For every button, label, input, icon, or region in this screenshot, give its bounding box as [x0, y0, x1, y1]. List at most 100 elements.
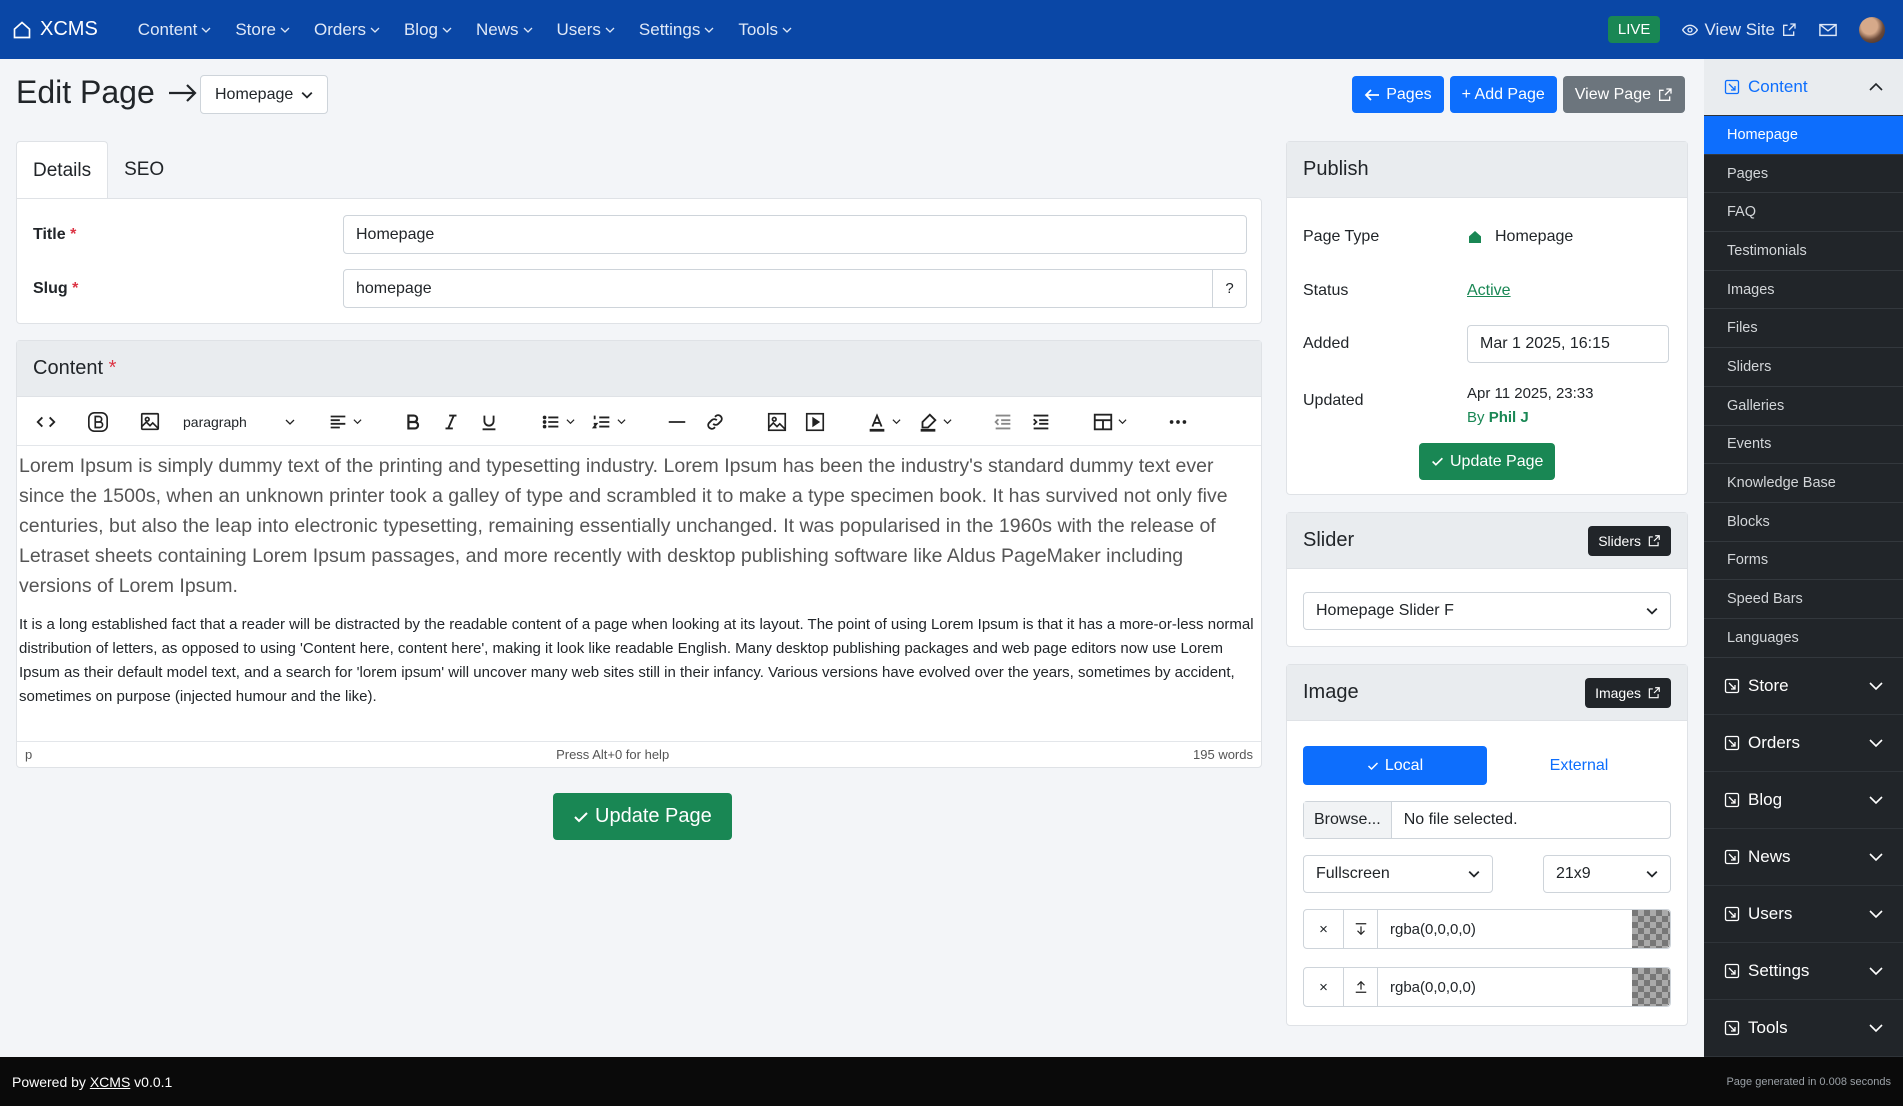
nav-store[interactable]: Store — [235, 20, 290, 40]
image-gallery-button[interactable] — [139, 407, 161, 437]
page-select[interactable]: Homepage — [200, 75, 328, 114]
insert-image-button[interactable] — [766, 407, 788, 437]
nav-orders[interactable]: Orders — [314, 20, 380, 40]
sidebar-group-settings[interactable]: Settings — [1704, 943, 1903, 1000]
nav-blog[interactable]: Blog — [404, 20, 452, 40]
tab-details[interactable]: Details — [16, 141, 109, 199]
bullet-list-button[interactable] — [540, 407, 575, 437]
align-button[interactable] — [327, 407, 362, 437]
color-input[interactable]: rgba(0,0,0,0) — [1378, 968, 1632, 1006]
sidebar-group-store[interactable]: Store — [1704, 658, 1903, 715]
pages-button[interactable]: Pages — [1352, 76, 1444, 113]
added-date-input[interactable]: Mar 1 2025, 16:15 — [1467, 325, 1669, 363]
horizontal-rule-button[interactable] — [666, 407, 688, 437]
chevron-down-icon — [892, 419, 901, 425]
lead-paragraph[interactable]: Lorem Ipsum is simply dummy text of the … — [19, 451, 1259, 601]
color-swatch[interactable] — [1632, 968, 1670, 1006]
sidebar-item-faq[interactable]: FAQ — [1704, 193, 1903, 233]
gradient-down-button[interactable] — [1344, 910, 1378, 948]
sidebar-item-events[interactable]: Events — [1704, 426, 1903, 465]
sidebar-group-blog[interactable]: Blog — [1704, 772, 1903, 829]
body-paragraph[interactable]: It is a long established fact that a rea… — [19, 613, 1259, 709]
slider-select[interactable]: Homepage Slider F — [1303, 592, 1671, 630]
slug-input[interactable]: homepage — [343, 269, 1213, 308]
avatar[interactable] — [1859, 16, 1885, 43]
sidebar-item-images[interactable]: Images — [1704, 271, 1903, 310]
content-header-text: Content — [33, 357, 104, 379]
more-button[interactable] — [1167, 407, 1189, 437]
clear-color-button[interactable]: × — [1304, 968, 1344, 1006]
table-button[interactable] — [1092, 407, 1127, 437]
source-code-button[interactable] — [35, 407, 57, 437]
sidebar-group-news[interactable]: News — [1704, 829, 1903, 886]
sidebar-item-forms[interactable]: Forms — [1704, 542, 1903, 581]
mail-icon[interactable] — [1819, 23, 1837, 37]
nav-tools[interactable]: Tools — [738, 20, 792, 40]
insert-media-button[interactable] — [804, 407, 826, 437]
sidebar-item-testimonials[interactable]: Testimonials — [1704, 232, 1903, 271]
external-link-icon — [1648, 686, 1660, 698]
browse-button[interactable]: Browse... — [1304, 802, 1392, 838]
add-page-button[interactable]: + Add Page — [1449, 76, 1557, 113]
clear-color-button[interactable]: × — [1304, 910, 1344, 948]
sidebar-group-orders[interactable]: Orders — [1704, 715, 1903, 772]
status-link[interactable]: Active — [1467, 282, 1511, 300]
nav-content[interactable]: Content — [138, 20, 212, 40]
brand-link[interactable]: XCMS — [12, 18, 98, 41]
sidebar-group-tools[interactable]: Tools — [1704, 1000, 1903, 1057]
sidebar-item-sliders[interactable]: Sliders — [1704, 348, 1903, 387]
link-button[interactable] — [704, 407, 726, 437]
blocks-button[interactable] — [87, 407, 109, 437]
nav-users[interactable]: Users — [557, 20, 615, 40]
file-input[interactable]: Browse... No file selected. — [1303, 801, 1671, 839]
sidebar-item-galleries[interactable]: Galleries — [1704, 387, 1903, 426]
view-site-link[interactable]: View Site — [1682, 20, 1797, 40]
sidebar-item-pages[interactable]: Pages — [1704, 155, 1903, 194]
images-button[interactable]: Images — [1585, 677, 1671, 708]
publish-update-button[interactable]: Update Page — [1419, 443, 1556, 480]
footer-brand-link[interactable]: XCMS — [90, 1074, 130, 1090]
updated-by-user[interactable]: Phil J — [1489, 409, 1529, 426]
word-count[interactable]: 195 words — [1193, 747, 1253, 762]
title-input[interactable]: Homepage — [343, 215, 1247, 254]
sidebar-group-users[interactable]: Users — [1704, 886, 1903, 943]
bold-button[interactable] — [402, 407, 424, 437]
sidebar-item-files[interactable]: Files — [1704, 309, 1903, 349]
local-source-button[interactable]: Local — [1303, 746, 1487, 785]
chevron-down-icon — [1869, 910, 1883, 918]
tab-seo[interactable]: SEO — [108, 141, 180, 199]
sidebar-item-homepage[interactable]: Homepage — [1704, 116, 1903, 155]
sidebar-item-blocks[interactable]: Blocks — [1704, 503, 1903, 542]
page-generated-time: Page generated in 0.008 seconds — [1726, 1075, 1891, 1088]
color-input[interactable]: rgba(0,0,0,0) — [1378, 910, 1632, 948]
indent-button[interactable] — [1030, 407, 1052, 437]
numbered-list-button[interactable] — [591, 407, 626, 437]
aspect-ratio-select[interactable]: 21x9 — [1543, 855, 1671, 893]
underline-button[interactable] — [478, 407, 500, 437]
nav-settings[interactable]: Settings — [639, 20, 714, 40]
sidebar-group-content[interactable]: Content — [1704, 59, 1903, 116]
rich-text-editor[interactable]: Lorem Ipsum is simply dummy text of the … — [17, 447, 1261, 741]
external-source-button[interactable]: External — [1487, 746, 1671, 785]
slug-help-button[interactable]: ? — [1213, 269, 1247, 308]
sidebar-item-languages[interactable]: Languages — [1704, 619, 1903, 658]
view-page-button[interactable]: View Page — [1562, 76, 1685, 113]
sliders-button[interactable]: Sliders — [1588, 525, 1671, 556]
block-format-select[interactable]: paragraph — [177, 407, 301, 437]
text-color-button[interactable] — [866, 407, 901, 437]
image-size-select[interactable]: Fullscreen — [1303, 855, 1493, 893]
color-swatch[interactable] — [1632, 910, 1670, 948]
update-page-button[interactable]: Update Page — [553, 793, 732, 840]
sidebar-item-knowledge-base[interactable]: Knowledge Base — [1704, 464, 1903, 503]
outdent-button[interactable] — [992, 407, 1014, 437]
italic-button[interactable] — [440, 407, 462, 437]
nav-news[interactable]: News — [476, 20, 533, 40]
highlight-color-button[interactable] — [917, 407, 952, 437]
updated-date: Apr 11 2025, 23:33 — [1467, 385, 1594, 402]
gradient-up-button[interactable] — [1344, 968, 1378, 1006]
chevron-down-icon — [1646, 607, 1658, 615]
sidebar-item-speed-bars[interactable]: Speed Bars — [1704, 580, 1903, 619]
element-path[interactable]: p — [25, 747, 32, 762]
underline-icon — [482, 415, 496, 430]
slider-header-text: Slider — [1303, 529, 1355, 551]
